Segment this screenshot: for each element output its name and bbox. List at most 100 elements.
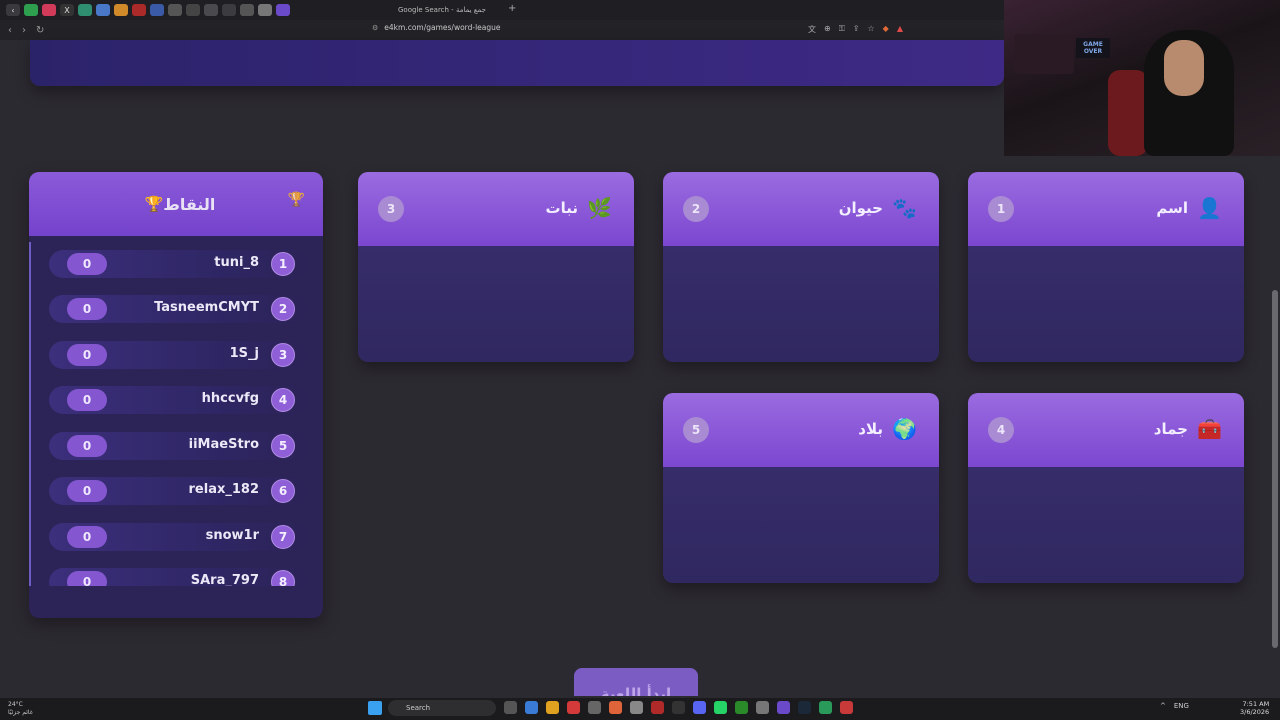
app-icon[interactable] (651, 701, 664, 714)
webcam-chair (1108, 70, 1148, 156)
weather-temp: 24°C (8, 701, 23, 708)
player-rank: 4 (271, 388, 295, 412)
start-menu-icon[interactable] (368, 701, 382, 715)
file-explorer-icon[interactable] (546, 701, 559, 714)
player-name: tuni_8 (214, 255, 259, 270)
start-game-button[interactable]: ابدأ اللعبة (574, 668, 698, 696)
app-icon[interactable] (840, 701, 853, 714)
clock-date: 3/6/2026 (1240, 708, 1270, 716)
brave-icon[interactable] (609, 701, 622, 714)
xbox-icon[interactable] (735, 701, 748, 714)
url-field[interactable]: ⚙ e4km.com/games/word-league (372, 23, 501, 32)
webcam-overlay: GAME OVER (1004, 0, 1280, 156)
score-panel: 🏆 النقاط 🏆 0 tuni_8 1 0 TasneemCMYT 2 0 … (29, 172, 323, 618)
score-row: 0 TasneemCMYT 2 (49, 295, 309, 323)
taskbar-clock[interactable]: 7:51 AM 3/6/2026 (1240, 700, 1269, 716)
player-rank: 5 (271, 434, 295, 458)
brave-shield-icon[interactable]: ◆ (883, 24, 889, 35)
tab-icon[interactable] (240, 4, 254, 16)
app-icon[interactable] (630, 701, 643, 714)
score-panel-title: النقاط (163, 194, 216, 214)
tab-icon[interactable] (186, 4, 200, 16)
back-icon[interactable]: ‹ (8, 25, 12, 36)
tab-icon[interactable] (168, 4, 182, 16)
tab-icon[interactable] (78, 4, 92, 16)
player-name: SAra_797 (190, 573, 259, 586)
tab-icon[interactable] (204, 4, 218, 16)
player-points: 0 (67, 435, 107, 457)
player-rank: 1 (271, 252, 295, 276)
player-name: TasneemCMYT (154, 300, 259, 315)
category-card-object: 4 جماد 🧰 (968, 393, 1244, 583)
new-tab-button[interactable]: + (508, 3, 516, 14)
score-panel-header: 🏆 النقاط 🏆 (29, 172, 323, 236)
app-icon[interactable] (819, 701, 832, 714)
category-label: بلاد (858, 420, 883, 438)
category-card-plant: 3 نبات 🌿 (358, 172, 634, 362)
tab-icon[interactable]: X (60, 4, 74, 16)
clock-time: 7:51 AM (1242, 700, 1270, 708)
tab-icon[interactable]: ‹ (6, 4, 20, 16)
category-number-badge: 4 (988, 417, 1014, 443)
paw-icon: 🐾 (892, 196, 917, 220)
language-indicator[interactable]: ENG (1174, 702, 1189, 710)
pinned-tabs: ‹ X (0, 4, 290, 16)
taskbar-apps (504, 701, 853, 714)
reload-icon[interactable]: ↻ (36, 25, 44, 36)
category-label: حيوان (838, 199, 883, 217)
player-rank: 6 (271, 479, 295, 503)
tab-icon[interactable] (42, 4, 56, 16)
forward-icon[interactable]: › (22, 25, 26, 36)
active-tab[interactable]: Google Search - جمع يمامة (398, 2, 518, 18)
taskbar-search[interactable]: Search (388, 700, 496, 716)
steam-icon[interactable] (798, 701, 811, 714)
app-icon[interactable] (777, 701, 790, 714)
bookmark-icon[interactable]: ☆ (868, 24, 875, 35)
page-scrollbar[interactable] (1272, 290, 1278, 648)
player-rank: 7 (271, 525, 295, 549)
webcam-face (1164, 40, 1204, 96)
category-card-animal: 2 حيوان 🐾 (663, 172, 939, 362)
player-points: 0 (67, 298, 107, 320)
player-rank: 3 (271, 343, 295, 367)
category-number-badge: 5 (683, 417, 709, 443)
score-list[interactable]: 0 tuni_8 1 0 TasneemCMYT 2 0 1S_j 3 0 hh… (29, 242, 323, 586)
tab-icon[interactable] (96, 4, 110, 16)
youtube-icon[interactable] (567, 701, 580, 714)
task-view-icon[interactable] (504, 701, 517, 714)
webcam-shelf (1014, 34, 1074, 74)
category-card-name: 1 اسم 👤 (968, 172, 1244, 362)
share-icon[interactable]: ⇪ (853, 24, 860, 35)
tab-icon[interactable] (132, 4, 146, 16)
score-row: 0 snow1r 7 (49, 523, 309, 551)
rewards-icon[interactable]: ▲ (897, 24, 903, 35)
category-label: اسم (1156, 199, 1188, 217)
tab-icon[interactable] (276, 4, 290, 16)
tab-icon[interactable] (114, 4, 128, 16)
app-icon[interactable] (672, 701, 685, 714)
site-info-icon[interactable]: ⚙ (372, 24, 378, 32)
password-icon[interactable]: ⚿ (839, 24, 845, 35)
edge-icon[interactable] (525, 701, 538, 714)
top-banner (30, 40, 1004, 86)
category-card-header: 3 نبات 🌿 (358, 172, 634, 246)
zoom-icon[interactable]: ⊕ (824, 24, 831, 35)
whatsapp-icon[interactable] (714, 701, 727, 714)
tab-icon[interactable] (258, 4, 272, 16)
category-label: نبات (545, 199, 578, 217)
discord-icon[interactable] (693, 701, 706, 714)
tab-icon[interactable] (150, 4, 164, 16)
start-game-label: ابدأ اللعبة (600, 685, 672, 696)
settings-icon[interactable] (756, 701, 769, 714)
tab-icon[interactable] (222, 4, 236, 16)
url-text: e4km.com/games/word-league (384, 23, 501, 32)
taskbar: 24°C غائم جزئيًا Search ^ ENG 7:51 AM 3/… (0, 698, 1280, 720)
player-rank: 8 (271, 570, 295, 586)
tray-chevron-icon[interactable]: ^ (1160, 702, 1166, 710)
trophy-icon: 🏆 (287, 192, 305, 208)
tab-icon[interactable] (24, 4, 38, 16)
weather-widget[interactable]: 24°C غائم جزئيًا (8, 701, 33, 717)
app-icon[interactable] (588, 701, 601, 714)
category-card-header: 5 بلاد 🌍 (663, 393, 939, 467)
translate-icon[interactable]: 文 (808, 24, 816, 35)
